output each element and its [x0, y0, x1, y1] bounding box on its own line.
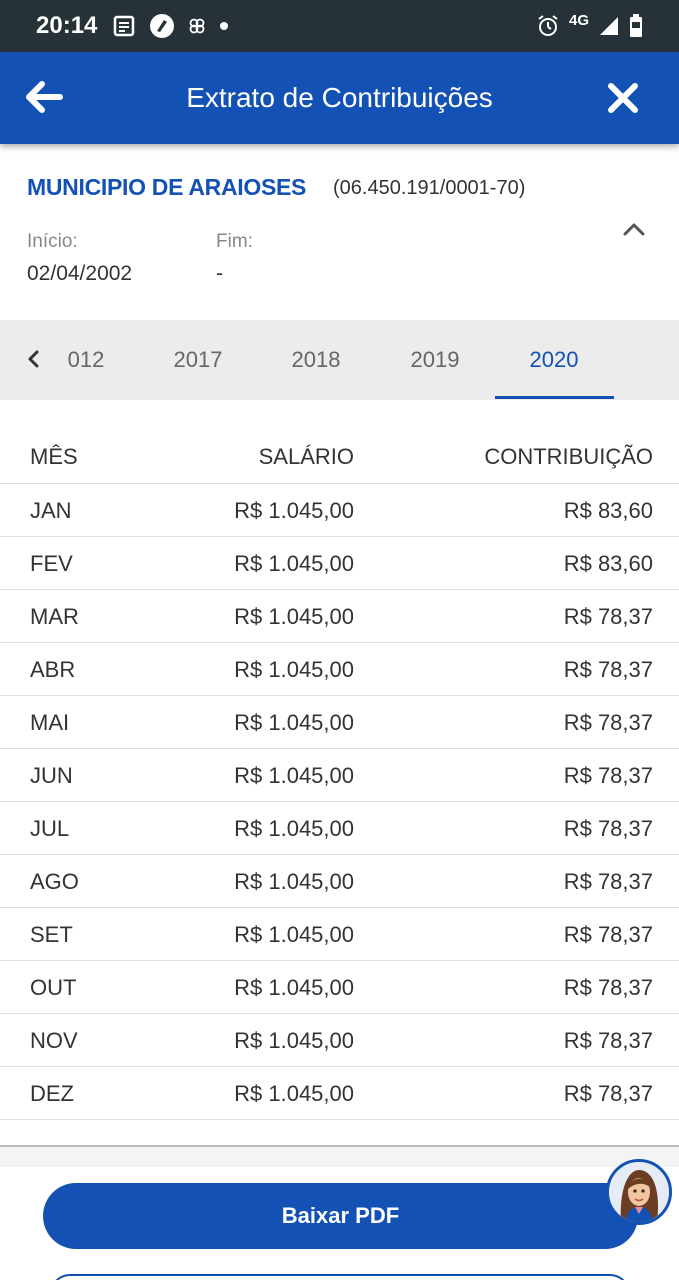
- app-bar: Extrato de Contribuições: [0, 52, 679, 144]
- cell-mes: MAI: [30, 710, 70, 735]
- battery-icon: [630, 14, 642, 37]
- tab-indicator: [495, 396, 614, 399]
- chevron-up-icon[interactable]: [620, 218, 648, 240]
- cell-mes: MAR: [30, 604, 79, 629]
- table-row: JUN R$ 1.045,00 R$ 78,37: [0, 749, 679, 802]
- table-row: ABR R$ 1.045,00 R$ 78,37: [0, 643, 679, 696]
- notification-icons: [113, 13, 229, 39]
- header-salario: SALÁRIO: [258, 444, 354, 469]
- cell-contribuicao: R$ 78,37: [563, 710, 653, 735]
- cell-contribuicao: R$ 78,37: [563, 975, 653, 1000]
- table-row: NOV R$ 1.045,00 R$ 78,37: [0, 1014, 679, 1067]
- speed-icon: [150, 14, 175, 38]
- status-time: 20:14: [36, 12, 98, 39]
- table-row: MAI R$ 1.045,00 R$ 78,37: [0, 696, 679, 749]
- header-contribuicao: CONTRIBUIÇÃO: [484, 444, 653, 469]
- cell-contribuicao: R$ 78,37: [563, 763, 653, 788]
- end-label: Fim:: [216, 231, 253, 252]
- cell-salario: R$ 1.045,00: [234, 763, 354, 788]
- system-icons: 4G: [537, 11, 643, 38]
- cell-mes: JUN: [30, 763, 73, 788]
- cell-mes: JUL: [30, 816, 70, 841]
- chevron-left-icon[interactable]: [24, 348, 44, 370]
- network-type: 4G: [568, 11, 589, 29]
- cell-contribuicao: R$ 78,37: [563, 816, 653, 841]
- cell-mes: FEV: [30, 551, 73, 576]
- cell-contribuicao: R$ 78,37: [563, 1028, 653, 1053]
- tab-year-2020[interactable]: 2020: [514, 320, 594, 400]
- table-row: AGO R$ 1.045,00 R$ 78,37: [0, 855, 679, 908]
- table-row: JAN R$ 1.045,00 R$ 83,60: [0, 484, 679, 537]
- table-row: MAR R$ 1.045,00 R$ 78,37: [0, 590, 679, 643]
- cell-salario: R$ 1.045,00: [234, 816, 354, 841]
- employer-cnpj: (06.450.191/0001-70): [333, 177, 526, 199]
- cell-salario: R$ 1.045,00: [234, 498, 354, 523]
- assistant-avatar[interactable]: [606, 1159, 672, 1225]
- cell-salario: R$ 1.045,00: [234, 869, 354, 894]
- cell-contribuicao: R$ 78,37: [563, 657, 653, 682]
- end-date: -: [216, 262, 223, 285]
- cell-salario: R$ 1.045,00: [234, 657, 354, 682]
- cell-salario: R$ 1.045,00: [234, 1028, 354, 1053]
- employer-name: MUNICIPIO DE ARAIOSES: [27, 174, 307, 200]
- cell-salario: R$ 1.045,00: [234, 710, 354, 735]
- close-icon[interactable]: [607, 82, 639, 114]
- cell-salario: R$ 1.045,00: [234, 1081, 354, 1106]
- cell-contribuicao: R$ 78,37: [563, 922, 653, 947]
- cell-salario: R$ 1.045,00: [234, 975, 354, 1000]
- secondary-button[interactable]: [50, 1274, 630, 1280]
- cell-mes: AGO: [30, 869, 79, 894]
- cell-salario: R$ 1.045,00: [234, 604, 354, 629]
- cell-salario: R$ 1.045,00: [234, 551, 354, 576]
- table-row: JUL R$ 1.045,00 R$ 78,37: [0, 802, 679, 855]
- cell-mes: ABR: [30, 657, 76, 682]
- cell-contribuicao: R$ 83,60: [563, 498, 653, 523]
- start-label: Início:: [27, 231, 78, 252]
- year-tabs: 012 2017 2018 2019 2020: [0, 320, 679, 400]
- download-pdf-button[interactable]: Baixar PDF: [43, 1183, 638, 1249]
- cell-contribuicao: R$ 83,60: [563, 551, 653, 576]
- signal-icon: [600, 17, 618, 35]
- footer-divider: [0, 1147, 679, 1167]
- start-date: 02/04/2002: [27, 262, 133, 285]
- cell-contribuicao: R$ 78,37: [563, 1081, 653, 1106]
- tab-year-2019[interactable]: 2019: [395, 320, 475, 400]
- assistant-avatar-icon: [609, 1162, 669, 1222]
- cell-salario: R$ 1.045,00: [234, 922, 354, 947]
- status-bar: 20:14 4G: [0, 0, 679, 52]
- cell-contribuicao: R$ 78,37: [563, 869, 653, 894]
- dot-icon: [220, 22, 229, 30]
- alarm-icon: [538, 15, 558, 36]
- cell-contribuicao: R$ 78,37: [563, 604, 653, 629]
- fan-icon: [189, 18, 205, 34]
- table-row: OUT R$ 1.045,00 R$ 78,37: [0, 961, 679, 1014]
- header-mes: MÊS: [30, 444, 78, 469]
- cell-mes: OUT: [30, 975, 77, 1000]
- tab-year-2017[interactable]: 2017: [158, 320, 238, 400]
- cell-mes: DEZ: [30, 1081, 74, 1106]
- table-row: DEZ R$ 1.045,00 R$ 78,37: [0, 1067, 679, 1120]
- cell-mes: JAN: [30, 498, 72, 523]
- employer-card: MUNICIPIO DE ARAIOSES (06.450.191/0001-7…: [0, 144, 679, 320]
- cell-mes: NOV: [30, 1028, 78, 1053]
- table-row: FEV R$ 1.045,00 R$ 83,60: [0, 537, 679, 590]
- table-header: MÊS SALÁRIO CONTRIBUIÇÃO: [0, 430, 679, 484]
- cell-mes: SET: [30, 922, 73, 947]
- table-row: SET R$ 1.045,00 R$ 78,37: [0, 908, 679, 961]
- contributions-table: MÊS SALÁRIO CONTRIBUIÇÃO JAN R$ 1.045,00 R…: [0, 430, 679, 1120]
- news-icon: [114, 15, 135, 37]
- tab-year-2018[interactable]: 2018: [276, 320, 356, 400]
- tab-year-012[interactable]: 012: [58, 320, 114, 400]
- page-title: Extrato de Contribuições: [186, 82, 493, 113]
